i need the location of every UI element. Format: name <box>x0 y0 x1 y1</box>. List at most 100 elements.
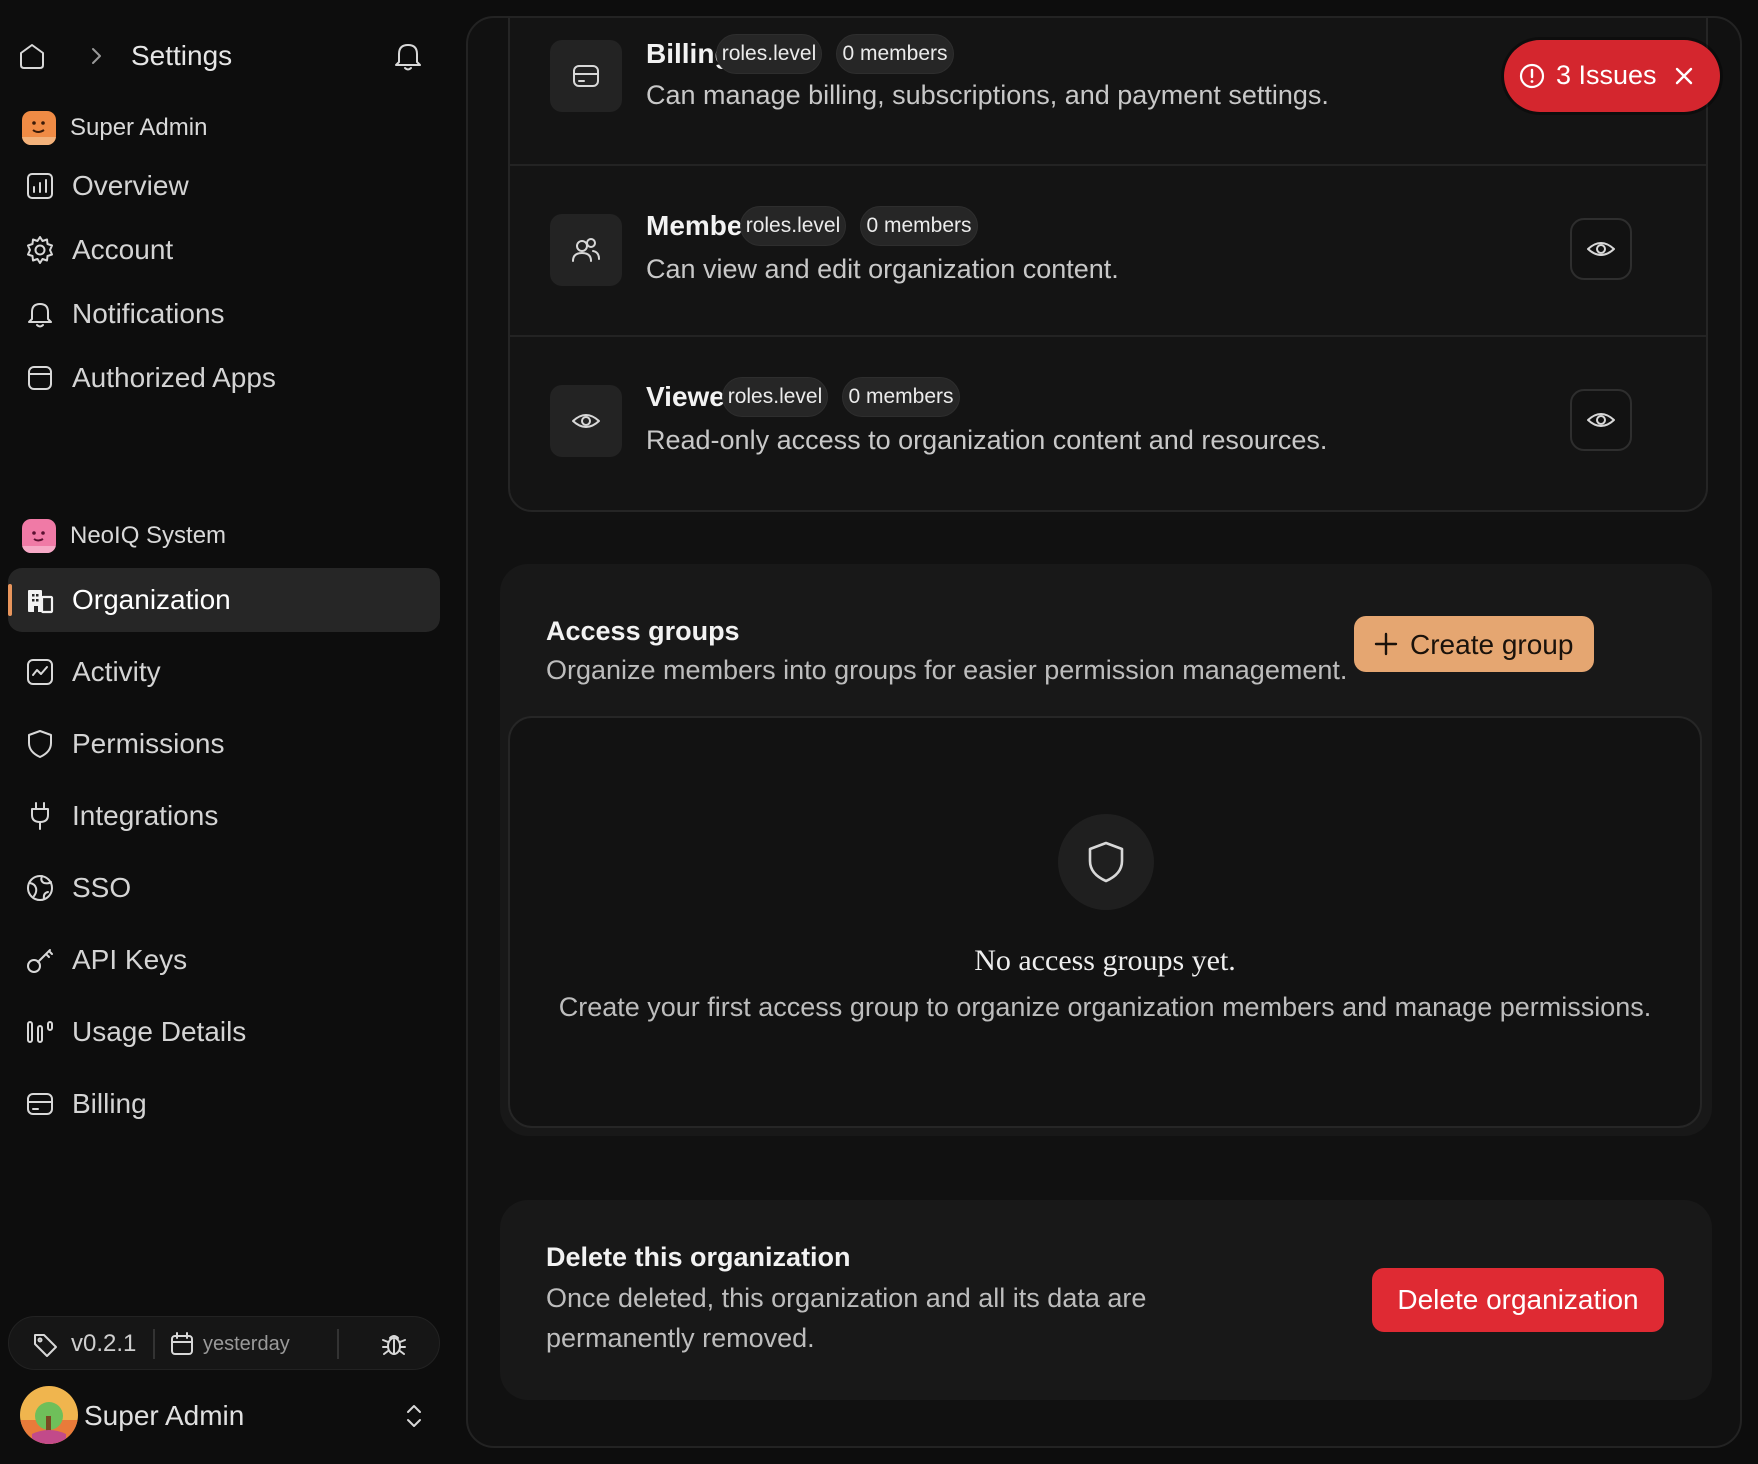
sidebar-item-authorized-apps[interactable]: Authorized Apps <box>8 346 440 410</box>
issues-badge[interactable]: 3 Issues <box>1504 40 1720 112</box>
sidebar-item-label: Organization <box>72 584 231 615</box>
divider <box>337 1329 339 1359</box>
org-section-name: NeoIQ System <box>70 522 227 549</box>
role-level-badge: roles.level <box>722 377 828 417</box>
empty-state: No access groups yet. Create your first … <box>508 716 1702 1128</box>
sidebar-header: Settings <box>0 0 440 110</box>
sidebar-item-activity[interactable]: Activity <box>8 640 440 704</box>
app-window-icon <box>24 362 56 394</box>
create-group-label: Create group <box>1410 629 1574 660</box>
sidebar-item-label: Overview <box>72 170 189 201</box>
sidebar-item-label: SSO <box>72 872 132 903</box>
member-count-badge: 0 members <box>842 377 960 417</box>
sidebar-item-label: Notifications <box>72 298 225 329</box>
sidebar-item-label: Billing <box>72 1088 147 1119</box>
tag-icon <box>31 1331 59 1359</box>
key-icon <box>24 944 56 976</box>
sidebar-item-label: Permissions <box>72 728 225 759</box>
user-name: Super Admin <box>84 1400 245 1431</box>
delete-organization-button[interactable]: Delete organization <box>1372 1268 1664 1332</box>
empty-state-title: No access groups yet. <box>974 944 1236 977</box>
role-level-badge: roles.level <box>740 206 846 246</box>
sidebar-item-notifications[interactable]: Notifications <box>8 282 440 346</box>
sidebar-item-sso[interactable]: SSO <box>8 856 440 920</box>
gear-icon <box>24 234 56 266</box>
plug-icon <box>24 800 56 832</box>
danger-zone-description: Once deleted, this organization and all … <box>546 1283 1147 1313</box>
access-groups-title: Access groups <box>546 616 740 646</box>
user-section-name: Super Admin <box>70 114 208 141</box>
user-section-header: Super Admin <box>22 110 207 146</box>
eye-icon <box>572 414 600 428</box>
shield-icon <box>1088 841 1124 883</box>
role-row-viewer: Viewer roles.level 0 members Read-only a… <box>510 335 1706 507</box>
org-section-header: NeoIQ System <box>22 518 226 554</box>
danger-zone-title: Delete this organization <box>546 1242 851 1272</box>
role-level-badge: roles.level <box>716 34 822 74</box>
empty-state-icon-circle <box>1058 814 1154 910</box>
user-menu[interactable]: Super Admin <box>8 1386 440 1450</box>
create-group-button[interactable]: Create group <box>1354 616 1594 672</box>
sidebar-item-label: API Keys <box>72 944 188 975</box>
users-icon <box>572 238 600 262</box>
sidebar-item-integrations[interactable]: Integrations <box>8 784 440 848</box>
eye-icon <box>1587 242 1615 256</box>
sidebar-item-overview[interactable]: Overview <box>8 154 440 218</box>
avatar <box>22 519 56 553</box>
building-icon <box>24 584 56 616</box>
access-groups-card: Access groups Organize members into grou… <box>500 564 1712 1136</box>
shield-icon <box>24 728 56 760</box>
globe-icon <box>24 872 56 904</box>
role-description: Read-only access to organization content… <box>646 425 1328 455</box>
sidebar: Settings Super Admin Overview Account No… <box>0 0 460 1464</box>
role-icon-box <box>550 385 622 457</box>
member-count-badge: 0 members <box>836 34 954 74</box>
version-label: v0.2.1 <box>71 1330 137 1357</box>
alert-circle-icon <box>1519 63 1545 89</box>
issues-label: 3 Issues <box>1556 60 1657 90</box>
chevron-right-icon <box>84 42 108 70</box>
notifications-bell-icon[interactable] <box>388 38 428 74</box>
divider <box>153 1329 155 1359</box>
sidebar-item-label: Activity <box>72 656 161 687</box>
sidebar-item-api-keys[interactable]: API Keys <box>8 928 440 992</box>
home-icon[interactable] <box>16 40 48 72</box>
sidebar-item-label: Account <box>72 234 174 265</box>
sidebar-item-label: Authorized Apps <box>72 362 276 393</box>
avatar <box>20 1386 78 1444</box>
sidebar-item-label: Integrations <box>72 800 219 831</box>
close-icon[interactable] <box>1672 64 1696 88</box>
bell-icon <box>24 298 56 330</box>
role-description: Can view and edit organization content. <box>646 254 1119 284</box>
activity-icon <box>24 656 56 688</box>
role-icon-box <box>550 40 622 112</box>
danger-zone-description: permanently removed. <box>546 1323 815 1353</box>
credit-card-icon <box>24 1088 56 1120</box>
credit-card-icon <box>573 65 599 87</box>
calendar-icon <box>169 1331 195 1357</box>
role-icon-box <box>550 214 622 286</box>
sidebar-item-permissions[interactable]: Permissions <box>8 712 440 776</box>
chart-icon <box>24 170 56 202</box>
sidebar-item-usage-details[interactable]: Usage Details <box>8 1000 440 1064</box>
avatar <box>22 111 56 145</box>
plus-icon <box>1374 632 1398 656</box>
danger-zone-card: Delete this organization Once deleted, t… <box>500 1200 1712 1400</box>
sidebar-item-label: Usage Details <box>72 1016 247 1047</box>
sidebar-item-billing[interactable]: Billing <box>8 1072 440 1136</box>
view-role-button[interactable] <box>1570 218 1632 280</box>
chevron-up-down-icon <box>400 1400 428 1432</box>
usage-bars-icon <box>24 1016 56 1048</box>
bug-icon[interactable] <box>379 1329 409 1359</box>
page-title: Settings <box>131 40 233 71</box>
release-date: yesterday <box>203 1333 290 1355</box>
sidebar-item-account[interactable]: Account <box>8 218 440 282</box>
eye-icon <box>1587 413 1615 427</box>
version-bar: v0.2.1 yesterday <box>8 1316 440 1370</box>
main-panel: Billing roles.level 0 members Can manage… <box>466 16 1742 1448</box>
empty-state-description: Create your first access group to organi… <box>558 992 1652 1022</box>
sidebar-item-organization[interactable]: Organization <box>8 568 440 632</box>
member-count-badge: 0 members <box>860 206 978 246</box>
role-title: Member <box>646 210 754 241</box>
view-role-button[interactable] <box>1570 389 1632 451</box>
